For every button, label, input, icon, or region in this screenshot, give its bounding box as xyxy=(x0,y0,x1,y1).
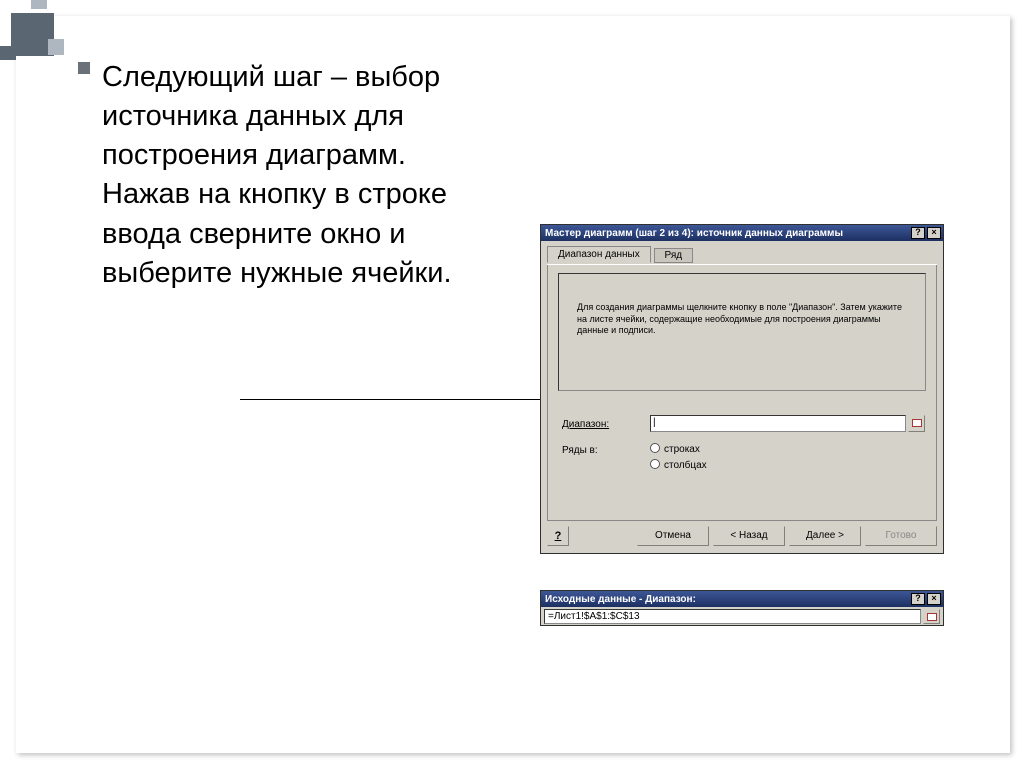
presentation-slide: Следующий шаг – выбор источника данных д… xyxy=(0,0,1024,767)
dialog-button-bar: ? Отмена < Назад Далее > Готово xyxy=(547,525,937,547)
close-icon[interactable]: × xyxy=(927,227,941,239)
range-input[interactable]: | xyxy=(650,415,906,432)
finish-button[interactable]: Готово xyxy=(865,526,937,546)
dialog-titlebar[interactable]: Мастер диаграмм (шаг 2 из 4): источник д… xyxy=(541,225,943,241)
expand-dialog-icon[interactable] xyxy=(923,609,940,624)
help-icon[interactable]: ? xyxy=(911,593,925,605)
radio-rows-label: строках xyxy=(664,444,700,455)
rows-label: Ряды в: xyxy=(562,445,598,456)
rows-radio-group: строках столбцах xyxy=(650,443,707,475)
close-icon[interactable]: × xyxy=(927,593,941,605)
slide-body-text: Следующий шаг – выбор источника данных д… xyxy=(102,58,492,293)
help-icon[interactable]: ? xyxy=(911,227,925,239)
tab-strip: Диапазон данных Ряд xyxy=(547,245,937,265)
help-button[interactable]: ? xyxy=(547,526,569,546)
chart-preview-hint: Для создания диаграммы щелкните кнопку в… xyxy=(558,273,926,391)
collapsed-input-row: =Лист1!$A$1:$C$13 xyxy=(541,607,943,626)
radio-columns-label: столбцах xyxy=(664,460,707,471)
radio-columns[interactable]: столбцах xyxy=(650,459,707,471)
next-button[interactable]: Далее > xyxy=(789,526,861,546)
collapse-dialog-icon[interactable] xyxy=(908,415,925,432)
chart-wizard-dialog: Мастер диаграмм (шаг 2 из 4): источник д… xyxy=(540,224,944,554)
tab-data-range[interactable]: Диапазон данных xyxy=(547,246,651,263)
radio-rows[interactable]: строках xyxy=(650,443,707,455)
cancel-button[interactable]: Отмена xyxy=(637,526,709,546)
tab-body: Для создания диаграммы щелкните кнопку в… xyxy=(547,265,937,521)
dialog-title: Мастер диаграмм (шаг 2 из 4): источник д… xyxy=(545,228,909,239)
dialog2-title: Исходные данные - Диапазон: xyxy=(545,594,909,605)
collapsed-range-input[interactable]: =Лист1!$A$1:$C$13 xyxy=(544,609,921,624)
back-button[interactable]: < Назад xyxy=(713,526,785,546)
source-data-collapsed-dialog: Исходные данные - Диапазон: ? × =Лист1!$… xyxy=(540,590,944,626)
bullet-marker xyxy=(78,62,90,74)
dialog2-titlebar[interactable]: Исходные данные - Диапазон: ? × xyxy=(541,591,943,607)
range-label: Диапазон: xyxy=(562,419,609,430)
tab-series[interactable]: Ряд xyxy=(654,248,694,263)
